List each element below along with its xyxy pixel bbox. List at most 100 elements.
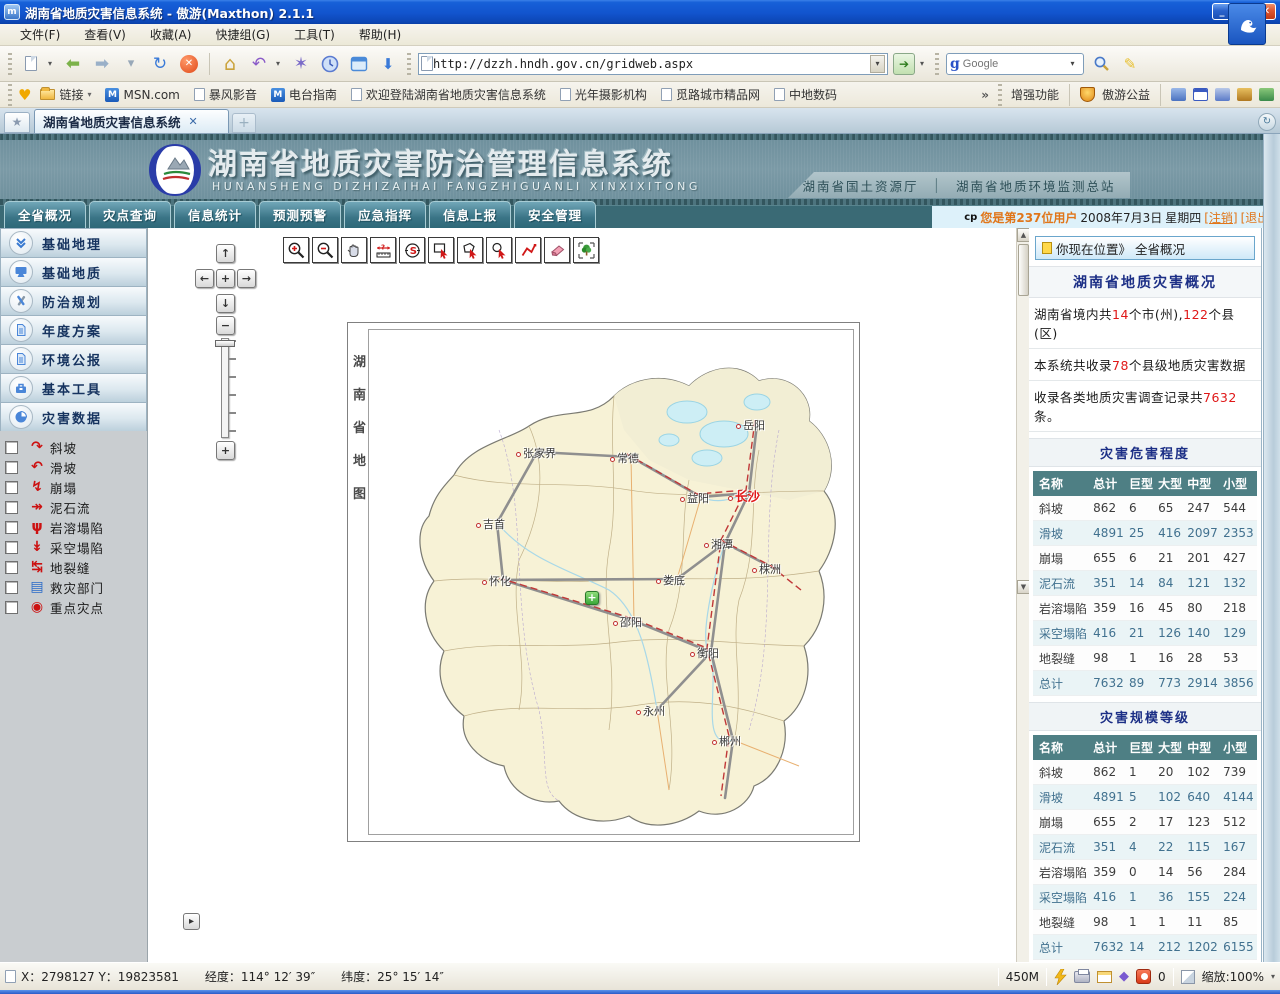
undo-dropdown[interactable]: ▾ — [276, 59, 284, 68]
layer-checkbox[interactable] — [5, 601, 18, 614]
new-window-icon[interactable] — [1097, 971, 1112, 983]
links-folder[interactable]: 链接▾ — [35, 84, 96, 105]
menu-tools[interactable]: 工具(T) — [282, 23, 347, 46]
layer-checkbox[interactable] — [5, 461, 18, 474]
draw-line-button[interactable] — [515, 237, 541, 263]
boost-lightning-icon[interactable] — [1054, 969, 1067, 985]
new-tab-button[interactable]: + — [232, 113, 256, 133]
magic-wand-icon[interactable]: ✶ — [289, 52, 313, 76]
map-scroll-right-button[interactable]: ▸ — [183, 913, 200, 930]
nav-tab-security-management[interactable]: 安全管理 — [514, 201, 596, 228]
sidebar-item-basic-tools[interactable]: 基本工具 — [0, 373, 147, 402]
zoom-slider-thumb[interactable] — [215, 340, 235, 347]
eraser-button[interactable] — [544, 237, 570, 263]
layer-checkbox[interactable] — [5, 561, 18, 574]
panel-scrollbar[interactable]: ▲ ▼ — [1016, 228, 1029, 962]
pan-left-button[interactable]: ← — [195, 269, 214, 288]
maxthon-swan-logo[interactable] — [1228, 3, 1266, 45]
gps-position-marker[interactable]: + — [585, 591, 599, 605]
download-button[interactable]: ⬇ — [376, 52, 400, 76]
plugin-icon[interactable] — [1237, 88, 1252, 101]
layer-checkbox[interactable] — [5, 441, 18, 454]
proxy-icon[interactable] — [1171, 88, 1186, 101]
tab-active[interactable]: 湖南省地质灾害信息系统 ✕ — [34, 109, 229, 133]
go-button[interactable]: ➔ — [893, 53, 915, 75]
nav-tab-emergency-command[interactable]: 应急指挥 — [344, 201, 426, 228]
notes-icon[interactable] — [1215, 88, 1230, 101]
home-button[interactable]: ⌂ — [218, 52, 242, 76]
history-dropdown-icon[interactable]: ▾ — [119, 52, 143, 76]
logout-link[interactable]: [注销] — [1204, 209, 1237, 226]
zoom-slider-plus-button[interactable]: + — [216, 441, 235, 460]
select-circle-button[interactable] — [486, 237, 512, 263]
zoom-slider-minus-button[interactable]: − — [216, 316, 235, 335]
bookmark-storm-player[interactable]: 暴风影音 — [189, 84, 262, 105]
layer-checkbox[interactable] — [5, 581, 18, 594]
search-engine-dropdown[interactable]: ▾ — [1065, 55, 1080, 73]
measure-distance-button[interactable]: ? — [370, 237, 396, 263]
select-polygon-button[interactable] — [457, 237, 483, 263]
pan-down-button[interactable]: ↓ — [216, 294, 235, 313]
zoom-dropdown-caret[interactable]: ▾ — [1271, 972, 1275, 981]
tab-scroll-button[interactable]: ↻ — [1258, 113, 1276, 131]
zoom-level[interactable]: 缩放:100% — [1202, 968, 1264, 985]
resize-page-icon[interactable] — [1181, 970, 1195, 984]
printer-icon[interactable] — [1074, 971, 1090, 983]
select-rect-button[interactable] — [428, 237, 454, 263]
sidebar-item-disaster-data[interactable]: 灾害数据 — [0, 402, 147, 431]
menu-groups[interactable]: 快捷组(G) — [203, 23, 282, 46]
history-clock-icon[interactable] — [318, 52, 342, 76]
highlighter-icon[interactable]: ✎ — [1118, 52, 1142, 76]
window-tool-icon[interactable] — [1193, 88, 1208, 101]
link-geo-environment-station[interactable]: 湖南省地质环境监测总站 — [956, 176, 1116, 195]
nav-tab-province-overview[interactable]: 全省概况 — [4, 201, 86, 228]
stop-button[interactable]: ✕ — [177, 52, 201, 76]
address-bar[interactable]: ▾ — [418, 53, 888, 75]
menu-file[interactable]: 文件(F) — [8, 23, 72, 46]
nav-tab-disaster-query[interactable]: 灾点查询 — [89, 201, 171, 228]
link-land-resources-dept[interactable]: 湖南省国土资源厅 — [802, 176, 918, 195]
pan-center-button[interactable]: + — [216, 269, 235, 288]
bookmark-msn[interactable]: MMSN.com — [100, 86, 184, 104]
favorites-heart-icon[interactable]: ♥ — [18, 86, 31, 104]
enhance-features-link[interactable]: 增强功能 — [1011, 86, 1059, 103]
menu-view[interactable]: 查看(V) — [72, 23, 138, 46]
notes-diamond-icon[interactable]: ◆ — [1119, 969, 1129, 984]
map-frame[interactable]: 湖 南 省 地 图 — [347, 322, 860, 842]
zoom-in-button[interactable] — [283, 237, 309, 263]
bookmark-milu-city[interactable]: 觅路城市精品网 — [656, 84, 765, 105]
nav-tab-forecast-warning[interactable]: 预测预警 — [259, 201, 341, 228]
bookmark-zhongdi-digital[interactable]: 中地数码 — [769, 84, 842, 105]
layer-checkbox[interactable] — [5, 481, 18, 494]
nav-tab-info-report[interactable]: 信息上报 — [429, 201, 511, 228]
pan-right-button[interactable]: → — [237, 269, 256, 288]
nav-tab-info-statistics[interactable]: 信息统计 — [174, 201, 256, 228]
search-box[interactable]: g ▾ — [946, 53, 1084, 75]
refresh-button[interactable]: ↻ — [148, 52, 172, 76]
forward-button[interactable]: ➡ — [90, 52, 114, 76]
sidebar-item-basic-geology[interactable]: 基础地质 — [0, 257, 147, 286]
layer-checkbox[interactable] — [5, 541, 18, 554]
bookmark-hunan-disaster-system[interactable]: 欢迎登陆湖南省地质灾害信息系统 — [346, 84, 551, 105]
layer-checkbox[interactable] — [5, 521, 18, 534]
sidebar-item-prevention-planning[interactable]: 防治规划 — [0, 286, 147, 315]
layer-checkbox[interactable] — [5, 501, 18, 514]
menu-help[interactable]: 帮助(H) — [347, 23, 413, 46]
skin-icon[interactable] — [1259, 88, 1274, 101]
sidebar-item-environment-bulletin[interactable]: 环境公报 — [0, 344, 147, 373]
full-extent-button[interactable] — [573, 237, 599, 263]
tab-close-icon[interactable]: ✕ — [189, 115, 198, 128]
search-magnifier-icon[interactable] — [1089, 52, 1113, 76]
sidebar-item-basic-geography[interactable]: 基础地理 — [0, 228, 147, 257]
split-window-icon[interactable] — [347, 52, 371, 76]
maxthon-charity-link[interactable]: 傲游公益 — [1102, 86, 1150, 103]
measure-area-button[interactable]: S — [399, 237, 425, 263]
menu-favorites[interactable]: 收藏(A) — [138, 23, 204, 46]
bookmark-guangnian-photography[interactable]: 光年摄影机构 — [555, 84, 652, 105]
search-input[interactable] — [963, 58, 1062, 70]
new-page-dropdown[interactable]: ▾ — [48, 59, 56, 68]
zoom-out-button[interactable] — [312, 237, 338, 263]
pan-hand-button[interactable] — [341, 237, 367, 263]
go-dropdown[interactable]: ▾ — [920, 59, 928, 68]
tab-list-star-button[interactable]: ★ — [4, 112, 30, 133]
